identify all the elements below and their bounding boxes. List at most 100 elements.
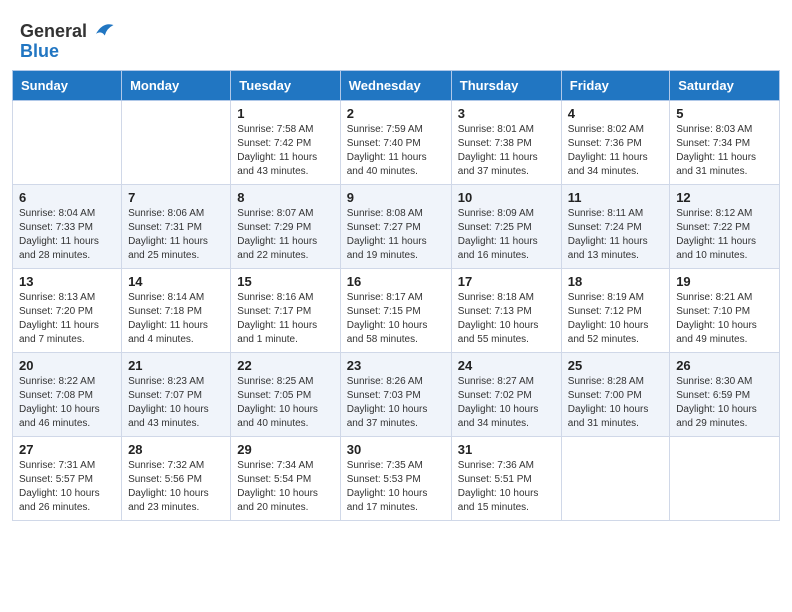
day-number: 5	[676, 106, 773, 121]
day-cell	[13, 100, 122, 184]
day-info: Sunrise: 8:08 AMSunset: 7:27 PMDaylight:…	[347, 208, 427, 261]
day-info: Sunrise: 8:12 AMSunset: 7:22 PMDaylight:…	[676, 208, 756, 261]
day-info: Sunrise: 8:18 AMSunset: 7:13 PMDaylight:…	[458, 292, 539, 345]
day-number: 15	[237, 274, 333, 289]
day-cell: 1 Sunrise: 7:58 AMSunset: 7:42 PMDaylight…	[231, 100, 340, 184]
day-info: Sunrise: 7:31 AMSunset: 5:57 PMDaylight:…	[19, 460, 100, 513]
day-cell: 31 Sunrise: 7:36 AMSunset: 5:51 PMDayligh…	[451, 436, 561, 520]
day-info: Sunrise: 8:02 AMSunset: 7:36 PMDaylight:…	[568, 124, 648, 177]
day-cell: 17 Sunrise: 8:18 AMSunset: 7:13 PMDayligh…	[451, 268, 561, 352]
day-number: 20	[19, 358, 115, 373]
weekday-header-tuesday: Tuesday	[231, 70, 340, 100]
weekday-header-wednesday: Wednesday	[340, 70, 451, 100]
day-number: 4	[568, 106, 663, 121]
day-info: Sunrise: 8:27 AMSunset: 7:02 PMDaylight:…	[458, 376, 539, 429]
day-info: Sunrise: 7:58 AMSunset: 7:42 PMDaylight:…	[237, 124, 317, 177]
weekday-header-row: SundayMondayTuesdayWednesdayThursdayFrid…	[13, 70, 780, 100]
day-info: Sunrise: 8:19 AMSunset: 7:12 PMDaylight:…	[568, 292, 649, 345]
day-info: Sunrise: 8:22 AMSunset: 7:08 PMDaylight:…	[19, 376, 100, 429]
day-info: Sunrise: 8:01 AMSunset: 7:38 PMDaylight:…	[458, 124, 538, 177]
day-info: Sunrise: 8:23 AMSunset: 7:07 PMDaylight:…	[128, 376, 209, 429]
day-cell: 15 Sunrise: 8:16 AMSunset: 7:17 PMDayligh…	[231, 268, 340, 352]
day-number: 23	[347, 358, 445, 373]
day-cell: 2 Sunrise: 7:59 AMSunset: 7:40 PMDaylight…	[340, 100, 451, 184]
day-info: Sunrise: 8:13 AMSunset: 7:20 PMDaylight:…	[19, 292, 99, 345]
day-cell: 28 Sunrise: 7:32 AMSunset: 5:56 PMDayligh…	[122, 436, 231, 520]
day-number: 29	[237, 442, 333, 457]
day-info: Sunrise: 8:03 AMSunset: 7:34 PMDaylight:…	[676, 124, 756, 177]
day-number: 2	[347, 106, 445, 121]
week-row-5: 27 Sunrise: 7:31 AMSunset: 5:57 PMDayligh…	[13, 436, 780, 520]
day-info: Sunrise: 8:04 AMSunset: 7:33 PMDaylight:…	[19, 208, 99, 261]
day-info: Sunrise: 8:26 AMSunset: 7:03 PMDaylight:…	[347, 376, 428, 429]
day-info: Sunrise: 8:06 AMSunset: 7:31 PMDaylight:…	[128, 208, 208, 261]
day-cell: 30Sunrise: 7:35 AMSunset: 5:53 PMDayligh…	[340, 436, 451, 520]
day-number: 19	[676, 274, 773, 289]
day-info: Sunrise: 7:35 AMSunset: 5:53 PMDaylight:…	[347, 460, 428, 513]
day-number: 27	[19, 442, 115, 457]
calendar-page: General Blue SundayMondayTuesdayWednesda…	[0, 0, 792, 612]
day-number: 13	[19, 274, 115, 289]
day-cell: 23 Sunrise: 8:26 AMSunset: 7:03 PMDayligh…	[340, 352, 451, 436]
day-cell: 21 Sunrise: 8:23 AMSunset: 7:07 PMDayligh…	[122, 352, 231, 436]
day-cell: 12Sunrise: 8:12 AMSunset: 7:22 PMDayligh…	[670, 184, 780, 268]
logo-blue-text: Blue	[20, 42, 59, 62]
day-info: Sunrise: 7:34 AMSunset: 5:54 PMDaylight:…	[237, 460, 318, 513]
day-cell: 3 Sunrise: 8:01 AMSunset: 7:38 PMDaylight…	[451, 100, 561, 184]
day-cell: 16Sunrise: 8:17 AMSunset: 7:15 PMDayligh…	[340, 268, 451, 352]
day-number: 9	[347, 190, 445, 205]
day-info: Sunrise: 7:36 AMSunset: 5:51 PMDaylight:…	[458, 460, 539, 513]
week-row-4: 20 Sunrise: 8:22 AMSunset: 7:08 PMDayligh…	[13, 352, 780, 436]
day-number: 21	[128, 358, 224, 373]
day-cell: 9 Sunrise: 8:08 AMSunset: 7:27 PMDaylight…	[340, 184, 451, 268]
day-cell	[561, 436, 669, 520]
day-cell: 4 Sunrise: 8:02 AMSunset: 7:36 PMDaylight…	[561, 100, 669, 184]
day-info: Sunrise: 7:32 AMSunset: 5:56 PMDaylight:…	[128, 460, 209, 513]
week-row-2: 6 Sunrise: 8:04 AMSunset: 7:33 PMDaylight…	[13, 184, 780, 268]
logo: General Blue	[20, 18, 117, 62]
day-number: 26	[676, 358, 773, 373]
day-number: 18	[568, 274, 663, 289]
day-number: 14	[128, 274, 224, 289]
day-info: Sunrise: 8:16 AMSunset: 7:17 PMDaylight:…	[237, 292, 317, 345]
day-cell: 25Sunrise: 8:28 AMSunset: 7:00 PMDayligh…	[561, 352, 669, 436]
day-cell: 27 Sunrise: 7:31 AMSunset: 5:57 PMDayligh…	[13, 436, 122, 520]
day-cell: 24 Sunrise: 8:27 AMSunset: 7:02 PMDayligh…	[451, 352, 561, 436]
day-cell: 7 Sunrise: 8:06 AMSunset: 7:31 PMDaylight…	[122, 184, 231, 268]
day-cell: 19Sunrise: 8:21 AMSunset: 7:10 PMDayligh…	[670, 268, 780, 352]
day-cell: 22Sunrise: 8:25 AMSunset: 7:05 PMDayligh…	[231, 352, 340, 436]
day-cell: 29 Sunrise: 7:34 AMSunset: 5:54 PMDayligh…	[231, 436, 340, 520]
day-cell	[122, 100, 231, 184]
day-number: 10	[458, 190, 555, 205]
day-cell: 13 Sunrise: 8:13 AMSunset: 7:20 PMDayligh…	[13, 268, 122, 352]
day-cell: 6 Sunrise: 8:04 AMSunset: 7:33 PMDaylight…	[13, 184, 122, 268]
day-number: 31	[458, 442, 555, 457]
logo-text: General	[20, 22, 87, 42]
day-number: 17	[458, 274, 555, 289]
day-number: 7	[128, 190, 224, 205]
day-cell: 26Sunrise: 8:30 AMSunset: 6:59 PMDayligh…	[670, 352, 780, 436]
day-info: Sunrise: 7:59 AMSunset: 7:40 PMDaylight:…	[347, 124, 427, 177]
header: General Blue	[0, 0, 792, 70]
day-cell: 5 Sunrise: 8:03 AMSunset: 7:34 PMDaylight…	[670, 100, 780, 184]
day-info: Sunrise: 8:11 AMSunset: 7:24 PMDaylight:…	[568, 208, 648, 261]
day-cell: 18 Sunrise: 8:19 AMSunset: 7:12 PMDayligh…	[561, 268, 669, 352]
day-number: 3	[458, 106, 555, 121]
day-number: 28	[128, 442, 224, 457]
weekday-header-saturday: Saturday	[670, 70, 780, 100]
day-info: Sunrise: 8:14 AMSunset: 7:18 PMDaylight:…	[128, 292, 208, 345]
day-info: Sunrise: 8:17 AMSunset: 7:15 PMDaylight:…	[347, 292, 428, 345]
day-cell	[670, 436, 780, 520]
day-cell: 20 Sunrise: 8:22 AMSunset: 7:08 PMDayligh…	[13, 352, 122, 436]
day-number: 24	[458, 358, 555, 373]
day-cell: 14 Sunrise: 8:14 AMSunset: 7:18 PMDayligh…	[122, 268, 231, 352]
day-info: Sunrise: 8:07 AMSunset: 7:29 PMDaylight:…	[237, 208, 317, 261]
weekday-header-sunday: Sunday	[13, 70, 122, 100]
calendar-wrapper: SundayMondayTuesdayWednesdayThursdayFrid…	[0, 70, 792, 533]
day-number: 11	[568, 190, 663, 205]
day-number: 6	[19, 190, 115, 205]
day-number: 1	[237, 106, 333, 121]
calendar-table: SundayMondayTuesdayWednesdayThursdayFrid…	[12, 70, 780, 521]
week-row-3: 13 Sunrise: 8:13 AMSunset: 7:20 PMDayligh…	[13, 268, 780, 352]
day-number: 8	[237, 190, 333, 205]
